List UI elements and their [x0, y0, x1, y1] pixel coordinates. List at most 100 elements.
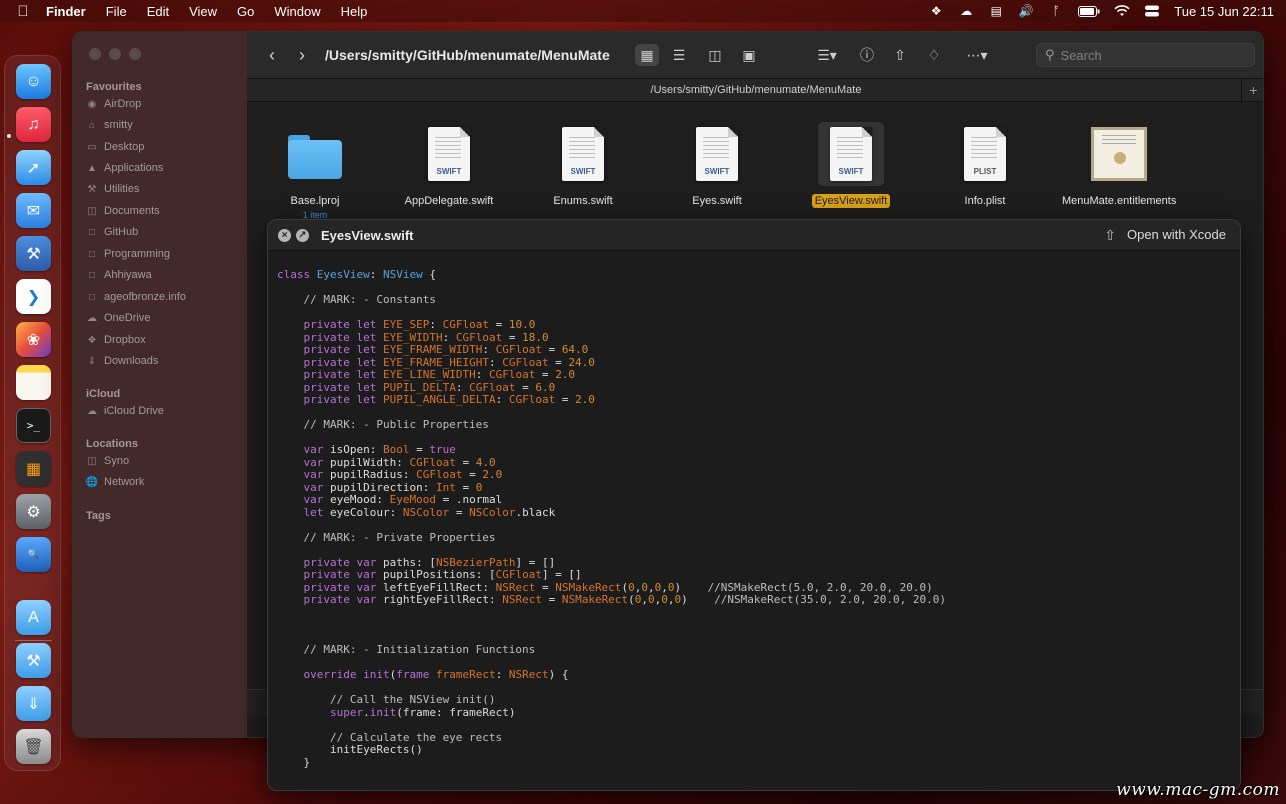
tab-path[interactable]: /Users/smitty/GitHub/menumate/MenuMate — [651, 84, 862, 96]
share-icon[interactable]: ⇧ — [888, 44, 912, 66]
file-name: EyesView.swift — [811, 194, 891, 208]
code-search-icon[interactable]: 🔍 — [16, 537, 51, 572]
search-input[interactable] — [1060, 47, 1231, 63]
sidebar-item-smitty[interactable]: ⌂ smitty — [86, 116, 133, 134]
volume-icon[interactable]: 🔊 — [1018, 4, 1034, 18]
menu-file[interactable]: File — [96, 4, 137, 19]
file-item-appdelegate-swift[interactable]: SWIFT AppDelegate.swift — [389, 122, 509, 209]
menu-edit[interactable]: Edit — [137, 4, 179, 19]
menu-view[interactable]: View — [179, 4, 227, 19]
sidebar-item-network[interactable]: 🌐 Network — [86, 473, 145, 491]
code-token: EYE_SEP — [382, 318, 430, 331]
menu-window[interactable]: Window — [264, 4, 330, 19]
wifi-icon[interactable] — [1114, 4, 1130, 18]
sidebar-item-onedrive[interactable]: ☁ OneDrive — [86, 309, 150, 327]
column-view-button[interactable]: ◫ — [703, 44, 727, 66]
sidebar-item-downloads[interactable]: ⇓ Downloads — [86, 352, 159, 370]
mail-icon[interactable]: ✉ — [16, 193, 51, 228]
code-token: PUPIL_DELTA — [382, 380, 456, 394]
file-item-base-lproj[interactable]: Base.lproj 1 item — [255, 122, 375, 220]
sidebar-item-icloud-drive[interactable]: ☁ iCloud Drive — [86, 402, 164, 420]
cloud-icon[interactable]: ☁ — [958, 4, 974, 18]
share-icon[interactable]: ⇧ — [1104, 227, 1116, 244]
file-item-info-plist[interactable]: PLIST Info.plist — [925, 122, 1045, 209]
menu-clock[interactable]: Tue 15 Jun 22:11 — [1174, 4, 1274, 19]
battery-icon[interactable] — [1078, 4, 1100, 18]
text-document-icon[interactable]: ▤ — [988, 4, 1004, 18]
downloads-folder-icon[interactable]: ⇓ — [16, 686, 51, 721]
vscode-icon[interactable]: ❯ — [16, 279, 51, 314]
new-tab-button[interactable]: + — [1241, 79, 1263, 101]
terminal-icon[interactable]: >_ — [16, 408, 51, 443]
sidebar-item-utilities[interactable]: ⚒ Utilities — [86, 180, 140, 198]
sidebar-item-ageofbronze[interactable]: □ ageofbronze.info — [86, 288, 186, 306]
trash-icon[interactable]: 🗑 — [16, 729, 51, 764]
app-store-folder-icon[interactable]: A — [16, 600, 51, 635]
gallery-view-button[interactable]: ▣ — [737, 44, 761, 66]
forward-button[interactable]: › — [287, 45, 317, 66]
code-token: CGFloat — [502, 355, 549, 369]
sidebar-item-dropbox[interactable]: ❖ Dropbox — [86, 331, 146, 349]
sidebar-item-label: iCloud Drive — [104, 405, 164, 417]
file-icon-wrap: PLIST — [952, 122, 1018, 186]
sidebar-item-desktop[interactable]: ▭ Desktop — [86, 138, 144, 156]
zoom-button[interactable] — [129, 48, 141, 60]
notes-icon[interactable] — [16, 365, 51, 400]
music-icon[interactable]: ♫ — [16, 107, 51, 142]
download-icon: ⇓ — [87, 355, 97, 367]
group-by-button[interactable]: ☰▾ — [807, 44, 847, 66]
file-name: Enums.swift — [553, 195, 613, 207]
tag-icon[interactable]: ♢ — [922, 44, 946, 66]
sidebar-item-documents[interactable]: ◫ Documents — [86, 202, 159, 220]
control-center-icon[interactable] — [1144, 4, 1160, 18]
sidebar-item-applications[interactable]: ▲ Applications — [86, 159, 163, 177]
open-with-xcode-button[interactable]: Open with Xcode — [1123, 226, 1230, 243]
code-token: , — [661, 580, 668, 594]
file-icon-wrap: SWIFT — [818, 122, 884, 186]
minimize-button[interactable] — [109, 48, 121, 60]
file-item-menumate-entitlements[interactable]: MenuMate.entitlements — [1059, 122, 1179, 209]
sidebar-item-airdrop[interactable]: ◉ AirDrop — [86, 95, 142, 113]
search-field[interactable]: ⚲ — [1036, 43, 1255, 67]
finder-icon[interactable]: ☺ — [16, 64, 51, 99]
sidebar-item-programming[interactable]: □ Programming — [86, 245, 170, 263]
icon-view-button[interactable]: ▦ — [635, 44, 659, 66]
calculator-icon[interactable]: ▦ — [16, 451, 51, 486]
menu-help[interactable]: Help — [331, 4, 378, 19]
info-icon[interactable]: ⓘ — [855, 44, 879, 66]
code-token: 18.0 — [522, 330, 549, 344]
dock-separator — [15, 640, 52, 641]
pixelmator-icon[interactable]: ❀ — [16, 322, 51, 357]
file-item-eyes-swift[interactable]: SWIFT Eyes.swift — [657, 122, 777, 209]
code-token: init — [369, 705, 397, 719]
bluetooth-icon[interactable]: ᚩ — [1048, 4, 1064, 18]
file-icon-wrap: SWIFT — [416, 122, 482, 186]
sidebar-item-ahhiyawa[interactable]: □ Ahhiyawa — [86, 266, 152, 284]
back-button[interactable]: ‹ — [257, 45, 287, 66]
sidebar-section-tags: Tags — [86, 510, 111, 522]
more-actions-button[interactable]: ⋯▾ — [959, 44, 995, 66]
close-button[interactable] — [89, 48, 101, 60]
safari-icon[interactable]: ➚ — [16, 150, 51, 185]
tab-bar: /Users/smitty/GitHub/menumate/MenuMate + — [247, 78, 1263, 102]
fullscreen-icon[interactable]: ↗ — [296, 228, 309, 242]
menu-app-name[interactable]: Finder — [36, 4, 96, 19]
menu-go[interactable]: Go — [227, 4, 264, 19]
file-item-eyesview-swift[interactable]: SWIFT EyesView.swift — [791, 122, 911, 209]
sidebar-item-label: Ahhiyawa — [104, 269, 152, 281]
close-icon[interactable]: × — [278, 228, 291, 242]
utilities-folder-icon[interactable]: ⚒ — [16, 643, 51, 678]
system-preferences-icon[interactable]: ⚙ — [16, 494, 51, 529]
xcode-icon[interactable]: ⚒ — [16, 236, 51, 271]
sidebar-item-github[interactable]: □ GitHub — [86, 223, 138, 241]
sidebar-item-syno[interactable]: ◫ Syno — [86, 452, 129, 470]
dropbox-icon[interactable]: ❖ — [928, 4, 944, 18]
code-token: ] = [] — [541, 568, 582, 581]
file-item-enums-swift[interactable]: SWIFT Enums.swift — [523, 122, 643, 209]
apple-icon[interactable]:  — [0, 3, 36, 20]
code-token: CGFloat — [469, 380, 516, 394]
list-view-button[interactable]: ☰ — [667, 44, 691, 66]
code-token: EyesView — [316, 268, 370, 281]
